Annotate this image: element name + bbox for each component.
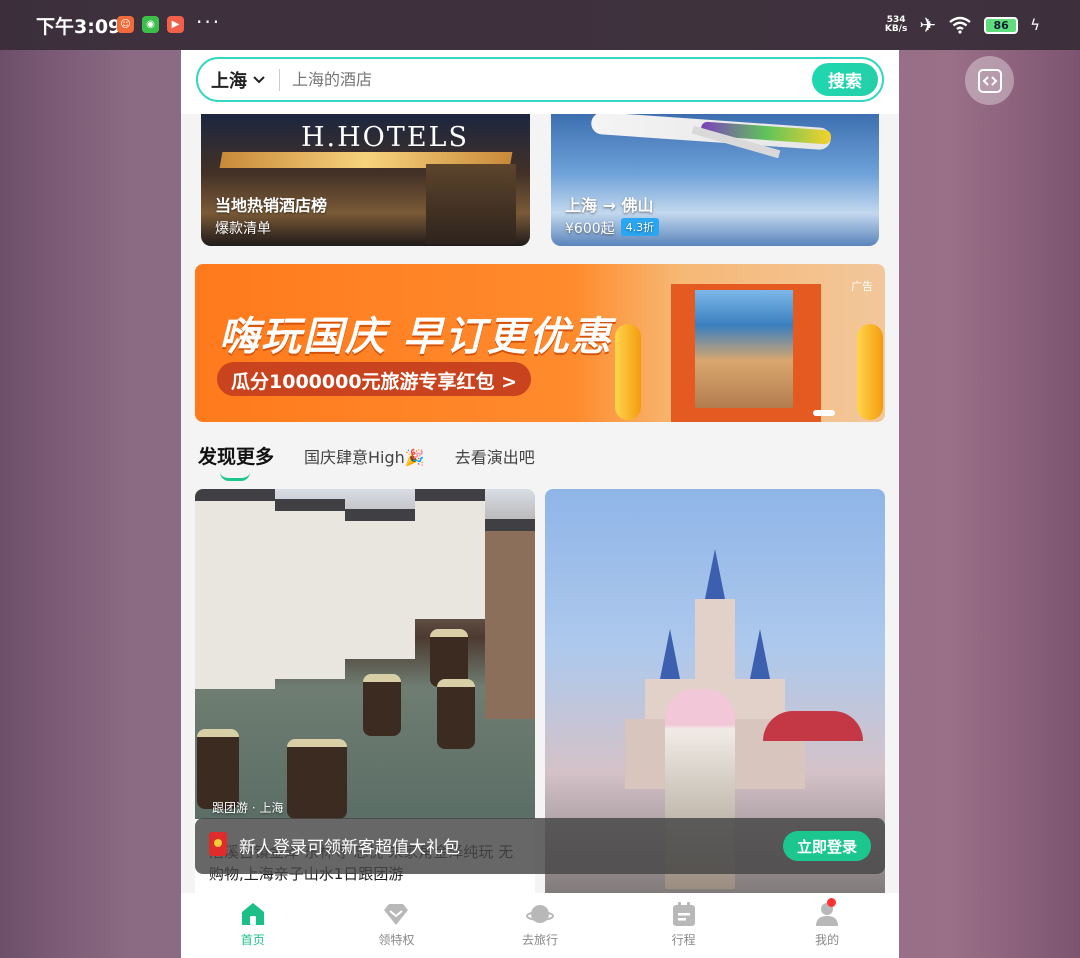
castle-spire	[660, 629, 680, 679]
floating-window-button[interactable]	[965, 56, 1014, 105]
tour-category-tag: 跟团游 · 上海	[212, 801, 284, 815]
search-button[interactable]: 搜索	[812, 63, 878, 96]
notification-icons: ☺ ◉ ▶	[117, 16, 184, 33]
banner-title: 嗨玩国庆 早订更优惠	[219, 314, 613, 360]
video-icon: ▶	[167, 16, 184, 33]
banner-red-packet-link[interactable]: 瓜分1000000元旅游专享红包 >	[217, 362, 532, 396]
city-label: 上海	[211, 70, 247, 92]
banner-decoration	[615, 324, 641, 420]
tab-label: 去旅行	[521, 933, 558, 947]
photo-house	[195, 489, 275, 689]
app-window: 上海 搜索 H.HOTELS 当地热销酒店榜 爆款清单 上海 → 佛山 ¥600…	[181, 50, 899, 958]
carousel-indicator	[813, 410, 835, 416]
charging-icon: ϟ	[1030, 16, 1040, 34]
tab-travel[interactable]: 去旅行	[468, 893, 612, 958]
taobao-icon: ☺	[117, 16, 134, 33]
tab-discover-more[interactable]: 发现更多	[198, 442, 274, 481]
wifi-icon	[949, 16, 971, 34]
photo-house	[415, 489, 485, 619]
login-promo-text: 新人登录可领新客超值大礼包	[239, 838, 460, 858]
hotel-card-subtitle: 爆款清单	[215, 221, 271, 237]
ad-label[interactable]: 广告	[851, 278, 873, 294]
login-button[interactable]: 立即登录	[783, 831, 871, 861]
status-right: 534 KB/s ✈ 86 ϟ	[885, 13, 1040, 37]
red-packet-icon	[209, 832, 227, 856]
search-header: 上海 搜索	[181, 50, 899, 114]
hotel-sign: H.HOTELS	[301, 122, 469, 153]
photo-boat	[363, 674, 401, 736]
wechat-icon: ◉	[142, 16, 159, 33]
photo-boat	[197, 729, 239, 809]
tab-label: 行程	[671, 933, 696, 947]
tab-label: 首页	[240, 933, 265, 947]
status-bar: 下午3:09 ☺ ◉ ▶ ··· 534 KB/s ✈ 86 ϟ	[0, 0, 1080, 50]
discover-tabs: 发现更多 国庆肆意High🎉 去看演出吧	[198, 442, 535, 482]
hotel-card-title: 当地热销酒店榜	[215, 196, 328, 215]
tab-label: 我的	[815, 933, 840, 947]
discount-badge: 4.3折	[620, 218, 660, 236]
airplane-icon: ✈	[919, 13, 937, 37]
network-speed: 534 KB/s	[885, 16, 907, 34]
photo-boat	[287, 739, 347, 819]
search-bar[interactable]: 上海 搜索	[196, 57, 884, 102]
banner-scenery-image	[695, 290, 793, 408]
flight-deal-card[interactable]: 上海 → 佛山 ¥600起 4.3折	[551, 114, 879, 246]
tab-profile[interactable]: 我的	[755, 893, 899, 958]
castle-spire	[705, 549, 725, 599]
hotel-building-image	[426, 164, 516, 244]
calendar-icon	[672, 902, 695, 926]
tab-privileges[interactable]: 领特权	[325, 893, 469, 958]
photo-boat	[437, 679, 475, 749]
expand-window-icon	[977, 68, 1002, 93]
planet-icon	[525, 905, 554, 923]
flight-price: ¥600起	[565, 221, 615, 237]
promo-banner[interactable]: 嗨玩国庆 早订更优惠 瓜分1000000元旅游专享红包 > 广告	[195, 264, 885, 422]
tab-shows[interactable]: 去看演出吧	[455, 444, 535, 468]
tab-label: 领特权	[378, 933, 415, 947]
parasol-image	[763, 711, 863, 741]
battery-indicator: 86	[984, 16, 1019, 34]
tab-national-day[interactable]: 国庆肆意High🎉	[304, 444, 425, 468]
castle-spire	[750, 629, 770, 679]
diamond-icon	[384, 904, 409, 925]
tab-itinerary[interactable]: 行程	[612, 893, 756, 958]
more-notifications-icon: ···	[196, 10, 222, 34]
home-icon	[241, 903, 264, 925]
bottom-tab-bar: 首页 领特权 去旅行 行程 我的	[181, 893, 899, 958]
photo-house	[485, 519, 535, 719]
flight-price-row: ¥600起 4.3折	[565, 218, 660, 238]
photo-house	[275, 499, 345, 679]
clock: 下午3:09	[36, 16, 122, 38]
chevron-down-icon	[253, 75, 265, 83]
banner-decoration	[857, 324, 883, 420]
network-speed-unit: KB/s	[884, 24, 908, 34]
tab-home[interactable]: 首页	[181, 893, 325, 958]
photo-house	[345, 509, 415, 659]
flight-route: 上海 → 佛山	[565, 196, 654, 215]
hotel-ranking-card[interactable]: H.HOTELS 当地热销酒店榜 爆款清单	[201, 114, 530, 246]
login-promo-toast: 新人登录可领新客超值大礼包 立即登录	[195, 818, 885, 874]
divider	[279, 68, 280, 91]
search-input[interactable]	[292, 70, 792, 89]
water-town-photo	[195, 489, 535, 819]
top-cards: H.HOTELS 当地热销酒店榜 爆款清单 上海 → 佛山 ¥600起 4.3折	[201, 114, 879, 246]
city-selector[interactable]: 上海	[211, 67, 265, 93]
